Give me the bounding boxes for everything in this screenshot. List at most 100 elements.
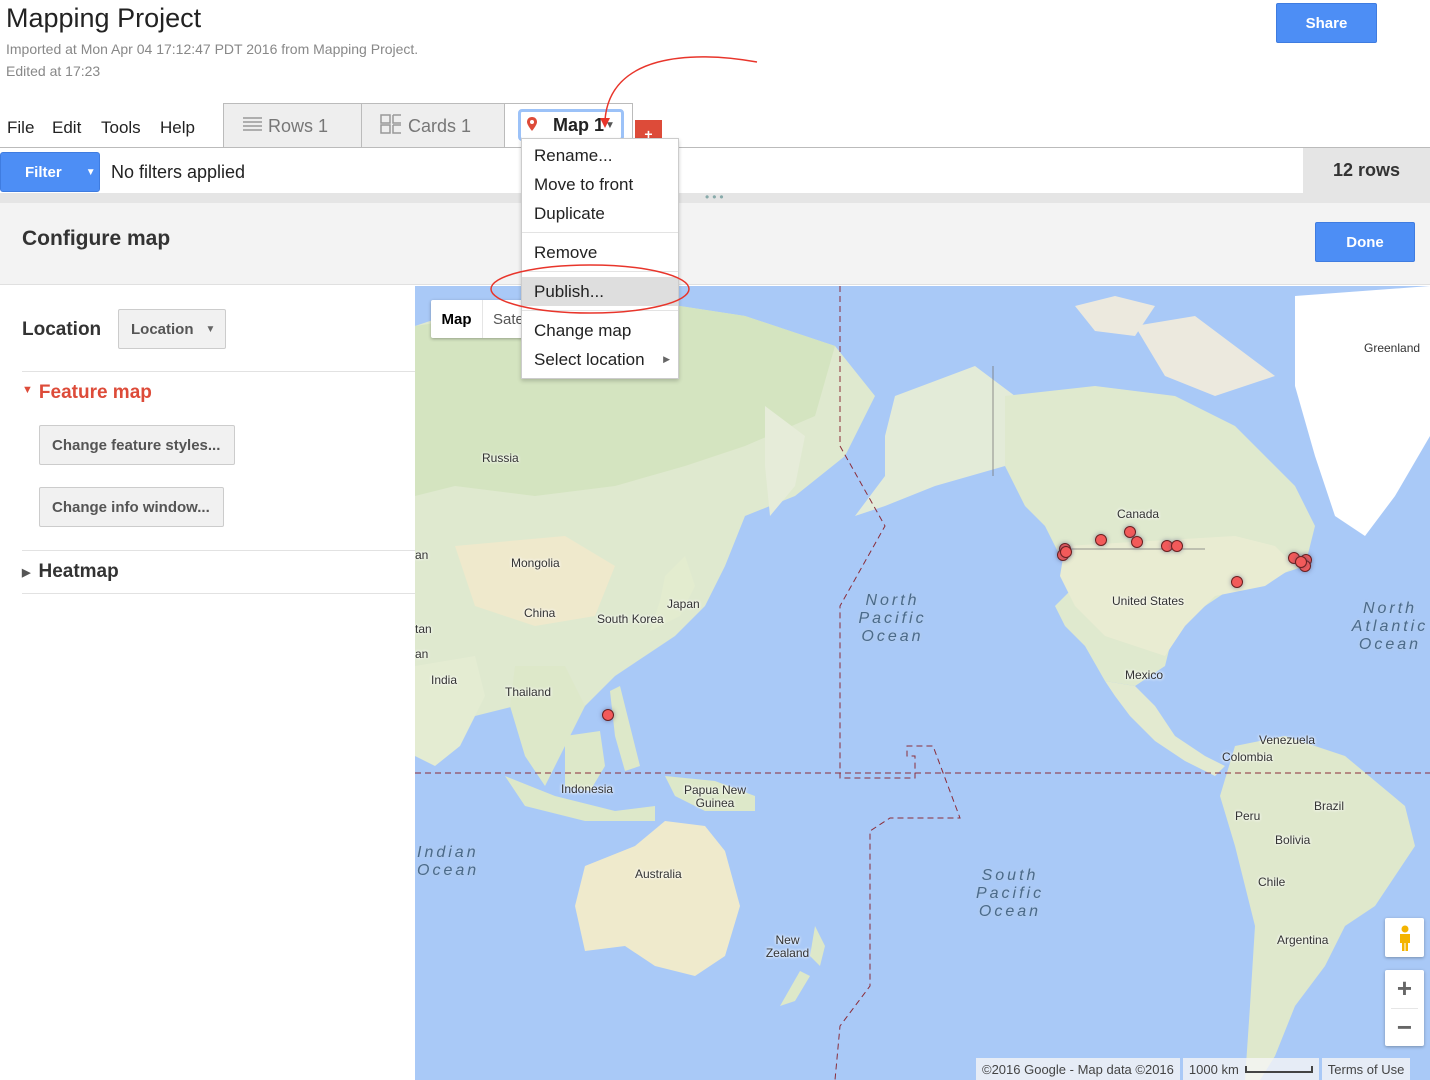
menu-item-select-location-label: Select location [534,349,645,369]
feature-map-label: Feature map [38,382,152,403]
zoom-in-button[interactable]: + [1385,970,1424,1007]
configure-header [0,203,1430,285]
tab-rows-label: Rows 1 [268,115,329,136]
menu-edit[interactable]: Edit [52,118,81,138]
map-label: Argentina [1277,933,1329,947]
submenu-arrow-icon: ▶ [663,354,670,364]
map-marker[interactable] [602,709,614,721]
tab-rows[interactable]: Rows 1 [223,103,362,148]
map-marker[interactable] [1095,534,1107,546]
scale-bar [1244,1065,1313,1073]
map-label: South Korea [597,612,664,626]
map-label: Mongolia [511,556,560,570]
map-copyright: ©2016 Google - Map data ©2016 [976,1058,1180,1080]
menu-tools[interactable]: Tools [101,118,141,138]
heatmap-label: Heatmap [38,561,119,582]
heatmap-section-toggle[interactable]: ▶ Heatmap [22,561,119,583]
map-label: India [431,673,458,687]
map-label: Bolivia [1275,833,1311,847]
row-count: 12 rows [1303,148,1430,193]
filter-label: Filter [25,163,62,181]
zoom-control: + − [1385,970,1424,1046]
map-label: an [415,548,429,562]
map-label: Mexico [1125,668,1164,682]
menu-item-select-location[interactable]: Select location ▶ [522,345,678,374]
filter-button[interactable]: Filter ▼ [0,152,100,192]
map-label: Thailand [505,685,552,699]
menu-file[interactable]: File [7,118,34,138]
rows-icon [243,116,262,137]
map-label: Venezuela [1259,733,1316,747]
map-label: an [415,647,429,661]
tab-dropdown-icon[interactable]: ▼ [605,120,615,131]
change-feature-styles-button[interactable]: Change feature styles... [39,425,235,465]
map-label: United States [1112,594,1185,608]
map-label: Papua New Guinea [683,783,747,810]
map-attribution: ©2016 Google - Map data ©2016 1000 km Te… [973,1058,1411,1080]
map-label: Russia [482,451,519,465]
divider [22,550,415,551]
map-label: Chile [1258,875,1286,889]
resize-handle-icon[interactable]: ••• [705,191,727,203]
document-title: Mapping Project [6,3,202,33]
map-pin-icon [527,115,539,136]
tab-cards[interactable]: Cards 1 [361,103,505,148]
zoom-out-button[interactable]: − [1385,1009,1424,1046]
configure-title: Configure map [22,227,171,250]
map-label: China [524,606,556,620]
divider [22,371,415,372]
triangle-down-icon: ▼ [22,384,33,396]
menu-item-duplicate[interactable]: Duplicate [522,199,678,228]
map-marker[interactable] [1171,540,1183,552]
done-button[interactable]: Done [1315,222,1415,262]
map-scale[interactable]: 1000 km [1182,1058,1319,1080]
ocean-label: Indian Ocean [417,844,480,879]
menu-item-change-map[interactable]: Change map [522,316,678,345]
location-select[interactable]: Location ▼ [118,309,226,349]
map-label: Japan [667,597,700,611]
map-canvas[interactable]: Russia Mongolia China Japan South Korea … [415,286,1430,1080]
menu-item-publish[interactable]: Publish... [522,277,678,306]
map-marker[interactable] [1231,576,1243,588]
import-info: Imported at Mon Apr 04 17:12:47 PDT 2016… [6,41,419,57]
menu-item-rename[interactable]: Rename... [522,141,678,170]
divider [22,593,415,594]
map-label: Peru [1235,809,1261,823]
street-view-pegman-icon[interactable] [1385,918,1424,957]
feature-map-section-toggle[interactable]: ▼ Feature map [22,382,152,404]
map-label: Australia [635,867,682,881]
menu-separator [522,232,678,233]
tab-cards-label: Cards 1 [408,115,472,136]
location-select-value: Location [131,320,194,338]
tab-divider [0,147,1430,148]
chevron-down-icon: ▼ [85,166,96,178]
map-label: Indonesia [561,782,614,796]
share-button[interactable]: Share [1276,3,1377,43]
triangle-right-icon: ▶ [22,566,31,579]
location-label: Location [22,319,102,340]
ocean-label: South Pacific Ocean [975,867,1045,920]
menu-separator [522,271,678,272]
scale-label: 1000 km [1188,1061,1239,1077]
menu-help[interactable]: Help [160,118,195,138]
ocean-label: North Pacific Ocean [858,592,927,645]
map-type-map-button[interactable]: Map [431,300,483,338]
change-info-window-button[interactable]: Change info window... [39,487,224,527]
map-label: Colombia [1222,750,1273,764]
terms-of-use-link[interactable]: Terms of Use [1321,1058,1411,1080]
ocean-label: North Atlantic Ocean [1351,600,1429,653]
menu-item-remove[interactable]: Remove [522,238,678,267]
map-label: Canada [1117,507,1160,521]
map-marker[interactable] [1131,536,1143,548]
edit-info: Edited at 17:23 [6,63,101,79]
map-base-layer [415,286,1430,1080]
tab-context-menu: Rename... Move to front Duplicate Remove… [521,138,679,379]
menu-separator [522,310,678,311]
menu-item-move-to-front[interactable]: Move to front [522,170,678,199]
chevron-down-icon: ▼ [205,323,216,335]
cards-icon [380,113,402,139]
map-label: tan [415,622,432,636]
map-marker[interactable] [1295,556,1307,568]
filter-status: No filters applied [111,162,246,182]
map-marker[interactable] [1060,546,1072,558]
